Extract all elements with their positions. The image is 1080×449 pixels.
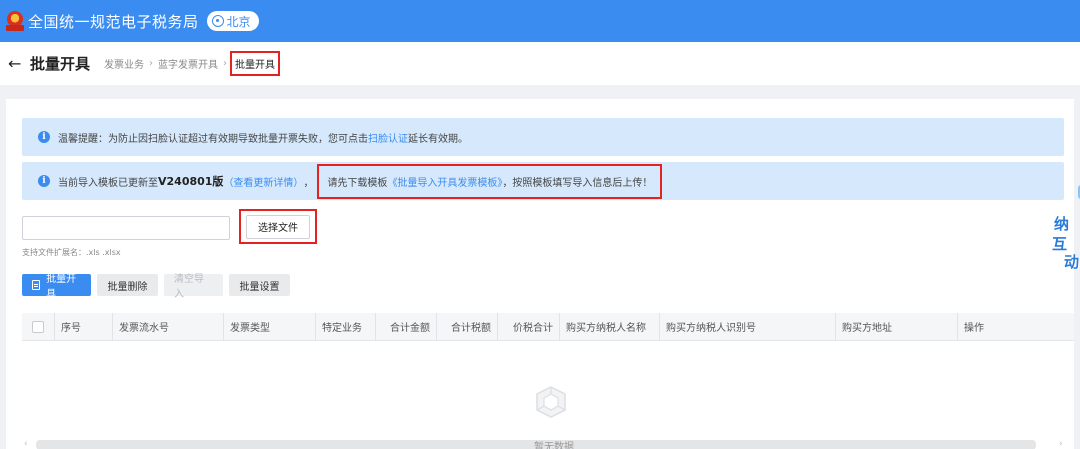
widget-char: 动 [1064, 253, 1080, 271]
breadcrumb-separator: › [149, 58, 154, 69]
breadcrumb-item-current: 批量开具 [230, 51, 281, 76]
face-auth-link[interactable]: 扫脸认证 [368, 130, 408, 145]
column-header: 特定业务 [316, 313, 376, 340]
select-all-cell [22, 313, 55, 340]
file-extension-hint: 支持文件扩展名：.xls .xlsx [22, 248, 121, 257]
choose-file-highlight: 选择文件 [239, 209, 317, 244]
info-icon: i [38, 131, 50, 143]
template-download-highlight: 请先下载模板《批量导入开具发票模板》，按照模板填写导入信息后上传！ [317, 163, 663, 199]
face-auth-alert: i 温馨提醒：为防止因扫脸认证超过有效期导致批量开票失败，您可点击 扫脸认证 延… [22, 118, 1064, 156]
clear-import-button[interactable]: 清空导入 [164, 274, 223, 300]
column-header: 价税合计 [498, 313, 560, 340]
interaction-widget[interactable]: 纳 互 动 [1050, 185, 1080, 275]
city-selector[interactable]: 北京 [206, 11, 259, 31]
table-header: 序号 发票流水号 发票类型 特定业务 合计金额 合计税额 价税合计 购买方纳税人… [22, 313, 1074, 341]
page-title: 批量开具 [30, 55, 91, 73]
template-download-link[interactable]: 《批量导入开具发票模板》 [387, 178, 502, 189]
column-header: 合计税额 [437, 313, 498, 340]
column-header: 合计金额 [376, 313, 437, 340]
breadcrumb-item-invoice-business[interactable]: 发票业务 [104, 56, 144, 71]
action-toolbar: 批量开具 批量删除 清空导入 批量设置 [22, 274, 290, 300]
column-header: 购买方纳税人名称 [560, 313, 660, 340]
page-header: ← 批量开具 发票业务 › 蓝字发票开具 › 批量开具 [0, 42, 1080, 85]
update-details-link[interactable]: （查看更新详情） [223, 174, 303, 189]
column-header: 发票类型 [224, 313, 316, 340]
widget-char: 纳 [1054, 215, 1070, 233]
city-label: 北京 [226, 14, 251, 29]
choose-file-button[interactable]: 选择文件 [246, 214, 310, 239]
template-version: V240801版 [158, 175, 224, 188]
column-header: 购买方纳税人识别号 [660, 313, 836, 340]
document-icon [32, 280, 41, 290]
main-panel: i 温馨提醒：为防止因扫脸认证超过有效期导致批量开票失败，您可点击 扫脸认证 延… [6, 99, 1074, 449]
batch-settings-button[interactable]: 批量设置 [229, 274, 290, 296]
column-header: 操作 [964, 323, 984, 334]
file-path-input[interactable] [22, 216, 230, 240]
select-all-checkbox[interactable] [32, 320, 44, 333]
location-pin-icon [211, 15, 224, 27]
back-arrow-icon[interactable]: ← [8, 54, 26, 73]
top-bar: 全国统一规范电子税务局 北京 [0, 0, 1080, 42]
alert-text: 请先下载模板 [327, 177, 388, 189]
info-icon: i [38, 175, 50, 187]
breadcrumb: 发票业务 › 蓝字发票开具 › 批量开具 [104, 51, 281, 76]
breadcrumb-separator: › [223, 58, 228, 69]
alert-text: ，按照模板填写导入信息后上传！ [502, 177, 653, 189]
alert-text: 温馨提醒：为防止因扫脸认证超过有效期导致批量开票失败，您可点击 [58, 133, 368, 145]
tax-emblem-icon [6, 10, 24, 32]
empty-box-icon [536, 386, 566, 418]
alert-text: ， [303, 177, 314, 189]
alert-text: 当前导入模板已更新至 [58, 177, 158, 189]
batch-delete-button[interactable]: 批量删除 [97, 274, 158, 296]
empty-state-text: 暂无数据 [534, 442, 574, 449]
alert-text: 延长有效期。 [408, 133, 468, 145]
batch-issue-label: 批量开具 [46, 274, 77, 300]
breadcrumb-item-blue-invoice[interactable]: 蓝字发票开具 [158, 56, 218, 71]
template-alert: i 当前导入模板已更新至 V240801版 （查看更新详情） ， 请先下载模板《… [22, 162, 1064, 200]
column-header: 发票流水号 [113, 313, 224, 340]
scroll-left-icon[interactable]: ‹ [24, 439, 28, 449]
batch-issue-button[interactable]: 批量开具 [22, 274, 91, 300]
column-header: 购买方地址 [836, 313, 958, 340]
scroll-right-icon[interactable]: › [1059, 439, 1063, 449]
column-header: 序号 [55, 313, 113, 340]
app-title: 全国统一规范电子税务局 [28, 12, 199, 31]
